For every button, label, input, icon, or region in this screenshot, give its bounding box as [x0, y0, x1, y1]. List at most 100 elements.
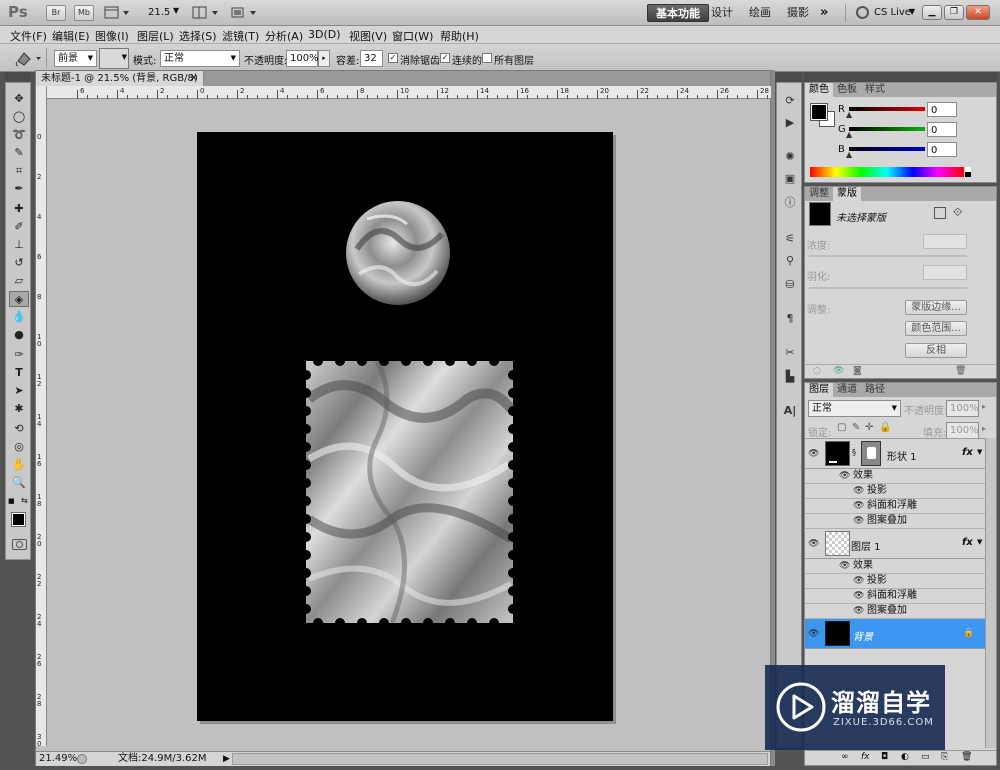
- lock-all-icon[interactable]: 🔒: [879, 422, 891, 433]
- menu-layer[interactable]: 图层(L): [137, 28, 174, 44]
- paint-bucket-tool-icon[interactable]: ◈: [9, 291, 29, 307]
- foreground-color-swatch[interactable]: [11, 512, 26, 527]
- view-extras-dropdown[interactable]: [104, 6, 130, 20]
- disable-mask-icon[interactable]: ◙: [853, 366, 862, 376]
- visibility-eye-icon[interactable]: 👁: [808, 449, 819, 459]
- density-slider[interactable]: [809, 255, 967, 257]
- link-icon[interactable]: §: [852, 448, 856, 457]
- add-style-icon[interactable]: fx: [861, 752, 870, 762]
- history-brush-tool-icon[interactable]: ↺: [9, 255, 29, 271]
- visibility-eye-icon[interactable]: 👁: [808, 629, 819, 639]
- zoom-level-dropdown[interactable]: 21.5: [148, 7, 170, 18]
- pen-tool-icon[interactable]: ✑: [9, 347, 29, 363]
- close-button[interactable]: ✕: [966, 5, 990, 20]
- workspace-design-button[interactable]: 设计: [703, 4, 741, 22]
- foreground-color-swatch[interactable]: [810, 103, 828, 121]
- menu-view[interactable]: 视图(V): [349, 28, 387, 44]
- panel-header[interactable]: [804, 72, 997, 82]
- character-styles-icon[interactable]: A|: [781, 403, 799, 419]
- workspace-essentials-button[interactable]: 基本功能: [647, 4, 709, 22]
- crop-tool-icon[interactable]: ⌗: [9, 163, 29, 179]
- default-colors-icon[interactable]: ■: [8, 497, 15, 505]
- horizontal-ruler[interactable]: 6 4 2 0 2 4 6 8 10 12 14 16 18 20 22 24 26 28: [47, 86, 788, 99]
- dodge-tool-icon[interactable]: ●: [9, 327, 29, 343]
- expand-effects-icon[interactable]: ▼: [977, 538, 982, 546]
- horizontal-scrollbar[interactable]: [232, 753, 768, 765]
- channel-slider[interactable]: [849, 127, 925, 131]
- density-input[interactable]: [923, 234, 967, 249]
- color-spectrum-bar[interactable]: [810, 167, 964, 177]
- workspace-photography-button[interactable]: 摄影: [779, 4, 817, 22]
- menu-select[interactable]: 选择(S): [179, 28, 217, 44]
- quick-mask-icon[interactable]: [12, 539, 27, 550]
- effect-row[interactable]: 👁 图案叠加: [805, 514, 996, 529]
- fx-icon[interactable]: fx: [962, 447, 973, 458]
- status-menu-arrow[interactable]: ▶: [223, 752, 230, 766]
- actions-panel-icon[interactable]: ▶: [781, 115, 799, 131]
- fill-input[interactable]: 100%: [946, 422, 979, 439]
- menu-image[interactable]: 图像(I): [95, 28, 129, 44]
- tab-swatches[interactable]: 色板: [833, 83, 861, 97]
- channel-value-input[interactable]: 0: [927, 102, 957, 117]
- menu-file[interactable]: 文件(F): [10, 28, 47, 44]
- all-layers-checkbox[interactable]: [482, 53, 492, 63]
- lasso-tool-icon[interactable]: ➰: [9, 127, 29, 143]
- opacity-slider-arrow[interactable]: ▸: [318, 50, 330, 67]
- layer-row-background[interactable]: 👁 背景 🔒: [805, 619, 996, 649]
- feather-input[interactable]: [923, 265, 967, 280]
- effects-group-row[interactable]: 👁 效果: [805, 559, 996, 574]
- tab-paths[interactable]: 路径: [861, 383, 889, 397]
- fx-icon[interactable]: fx: [962, 537, 973, 548]
- layer-row-layer1[interactable]: 👁 图层 1 fx ▼: [805, 529, 996, 559]
- character-panel-icon[interactable]: ✂: [781, 345, 799, 361]
- fill-slider-arrow[interactable]: ▸: [982, 424, 986, 433]
- brush-tool-icon[interactable]: ✐: [9, 219, 29, 235]
- tab-color[interactable]: 颜色: [805, 83, 833, 97]
- tab-channels[interactable]: 通道: [833, 383, 861, 397]
- status-info-icon[interactable]: [77, 754, 87, 764]
- tab-layers[interactable]: 图层: [805, 383, 833, 397]
- lock-transparent-icon[interactable]: ▢: [837, 422, 846, 433]
- layers-scrollbar[interactable]: [985, 438, 996, 748]
- healing-brush-tool-icon[interactable]: ✚: [9, 201, 29, 217]
- effect-row[interactable]: 👁 投影: [805, 574, 996, 589]
- menu-3d[interactable]: 3D(D): [308, 28, 341, 41]
- tab-adjustments[interactable]: 调整: [805, 187, 833, 201]
- path-selection-tool-icon[interactable]: ➤: [9, 383, 29, 399]
- mini-bridge-button[interactable]: Mb: [74, 5, 94, 21]
- collapsed-panels-header[interactable]: [776, 72, 802, 82]
- black-white-ramp[interactable]: [965, 167, 971, 177]
- channel-slider[interactable]: [849, 107, 925, 111]
- tolerance-input[interactable]: 32: [360, 50, 383, 67]
- slider-thumb-icon[interactable]: ▲: [846, 110, 852, 119]
- menu-analysis[interactable]: 分析(A): [265, 28, 303, 44]
- layer-row-shape1[interactable]: 👁 § 形状 1 fx ▼: [805, 439, 996, 469]
- brush-presets-panel-icon[interactable]: ⚟: [781, 231, 799, 247]
- close-tab-icon[interactable]: ✕: [190, 71, 198, 86]
- menu-help[interactable]: 帮助(H): [440, 28, 479, 44]
- document-tab[interactable]: 未标题-1 @ 21.5% (背景, RGB/8) *✕: [36, 71, 204, 99]
- cs-live-button[interactable]: CS Live: [874, 7, 911, 18]
- bridge-button[interactable]: Br: [46, 5, 66, 21]
- arrange-documents-dropdown[interactable]: [192, 6, 220, 20]
- opacity-input[interactable]: 100%: [286, 50, 319, 67]
- info-panel-icon[interactable]: ⓘ: [781, 195, 799, 211]
- effect-row[interactable]: 👁 投影: [805, 484, 996, 499]
- cs-live-icon[interactable]: [856, 6, 869, 19]
- channel-value-input[interactable]: 0: [927, 142, 957, 157]
- toolbox-header[interactable]: [5, 72, 31, 82]
- clone-stamp-tool-icon[interactable]: ⊥: [9, 237, 29, 253]
- delete-mask-icon[interactable]: 🗑: [955, 366, 966, 376]
- zoom-tool-icon[interactable]: 🔍: [9, 475, 29, 491]
- history-panel-icon[interactable]: ⟳: [781, 93, 799, 109]
- minimize-button[interactable]: ▁: [922, 5, 942, 20]
- new-layer-icon[interactable]: ⎘: [941, 752, 948, 762]
- adjustment-layer-icon[interactable]: ◐: [901, 752, 909, 762]
- hand-tool-icon[interactable]: ✋: [9, 457, 29, 473]
- effect-row[interactable]: 👁 图案叠加: [805, 604, 996, 619]
- feather-slider[interactable]: [809, 287, 967, 289]
- mask-edge-button[interactable]: 蒙版边缘...: [905, 300, 967, 315]
- menu-edit[interactable]: 编辑(E): [52, 28, 90, 44]
- slider-thumb-icon[interactable]: ▲: [846, 130, 852, 139]
- 3d-rotate-tool-icon[interactable]: ⟲: [9, 421, 29, 437]
